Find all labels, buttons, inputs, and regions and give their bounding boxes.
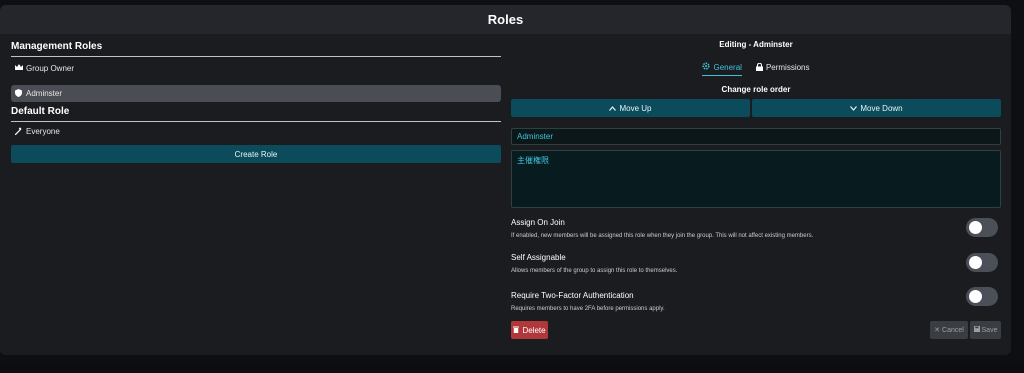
- management-roles-heading: Management Roles: [11, 41, 103, 52]
- button-label: Move Down: [860, 103, 903, 113]
- editor-tabs: General Permissions: [511, 62, 1001, 76]
- crown-icon: [14, 64, 23, 73]
- editing-title: Editing - Adminster: [719, 40, 793, 49]
- require-2fa-toggle[interactable]: [966, 287, 998, 306]
- default-role-heading: Default Role: [11, 106, 70, 117]
- chevron-up-icon: [609, 104, 617, 113]
- button-label: Save: [981, 326, 998, 334]
- shield-icon: [14, 88, 23, 99]
- toggle-knob: [969, 221, 982, 234]
- toggle-knob: [969, 290, 982, 303]
- order-buttons: Move Up Move Down: [511, 99, 1001, 117]
- role-name-input[interactable]: Adminster: [511, 128, 1001, 145]
- modal-title: Roles: [487, 12, 524, 27]
- button-label: Cancel: [942, 326, 964, 334]
- option-title: Self Assignable: [511, 253, 566, 262]
- background-strip: [0, 363, 1024, 373]
- floppy-icon: [973, 326, 980, 334]
- option-description: Requires members to have 2FA before perm…: [511, 306, 665, 312]
- option-assign-on-join: Assign On Join If enabled, new members w…: [511, 218, 1001, 253]
- role-description-textarea[interactable]: 主催権限: [511, 150, 1001, 208]
- role-item-everyone[interactable]: Everyone: [11, 123, 501, 140]
- move-down-button[interactable]: Move Down: [752, 99, 1001, 117]
- role-item-group-owner[interactable]: Group Owner: [11, 60, 501, 77]
- option-description: If enabled, new members will be assigned…: [511, 233, 814, 239]
- role-label: Adminster: [26, 89, 63, 98]
- divider: [11, 56, 501, 57]
- role-label: Group Owner: [26, 64, 75, 73]
- divider: [11, 121, 501, 122]
- tab-general[interactable]: General: [702, 62, 742, 76]
- move-up-button[interactable]: Move Up: [511, 99, 750, 117]
- option-title: Assign On Join: [511, 218, 565, 227]
- create-role-button[interactable]: Create Role: [11, 145, 501, 163]
- footer-actions: Delete ✕ Cancel Save: [511, 321, 1001, 339]
- delete-button[interactable]: Delete: [511, 321, 548, 339]
- role-item-adminster[interactable]: Adminster: [11, 85, 501, 102]
- option-require-2fa: Require Two-Factor Authentication Requir…: [511, 287, 1001, 321]
- button-label: Delete: [522, 325, 546, 335]
- assign-on-join-toggle[interactable]: [966, 218, 998, 237]
- magic-wand-icon: [14, 126, 23, 137]
- save-button[interactable]: Save: [970, 321, 1001, 339]
- tab-label: Permissions: [765, 63, 810, 72]
- cancel-button[interactable]: ✕ Cancel: [930, 321, 968, 339]
- close-icon: ✕: [934, 327, 941, 334]
- tab-permissions[interactable]: Permissions: [755, 62, 810, 76]
- option-self-assignable: Self Assignable Allows members of the gr…: [511, 253, 1001, 291]
- self-assignable-toggle[interactable]: [966, 253, 998, 272]
- roles-list-panel: Management Roles Group Owner Adminster D…: [11, 39, 501, 163]
- roles-modal: Roles Management Roles Group Owner Admin…: [0, 5, 1011, 355]
- toggle-knob: [969, 256, 982, 269]
- change-order-label: Change role order: [721, 85, 791, 94]
- chevron-down-icon: [850, 104, 858, 113]
- role-label: Everyone: [26, 127, 60, 136]
- option-title: Require Two-Factor Authentication: [511, 291, 634, 300]
- modal-header: Roles: [0, 5, 1011, 34]
- lock-icon: [755, 62, 763, 73]
- trash-icon: [513, 326, 520, 335]
- option-description: Allows members of the group to assign th…: [511, 268, 678, 274]
- gear-icon: [702, 62, 711, 72]
- button-label: Move Up: [619, 103, 652, 113]
- tab-label: General: [713, 62, 742, 72]
- role-editor-panel: Editing - Adminster General Permissions …: [511, 39, 1001, 339]
